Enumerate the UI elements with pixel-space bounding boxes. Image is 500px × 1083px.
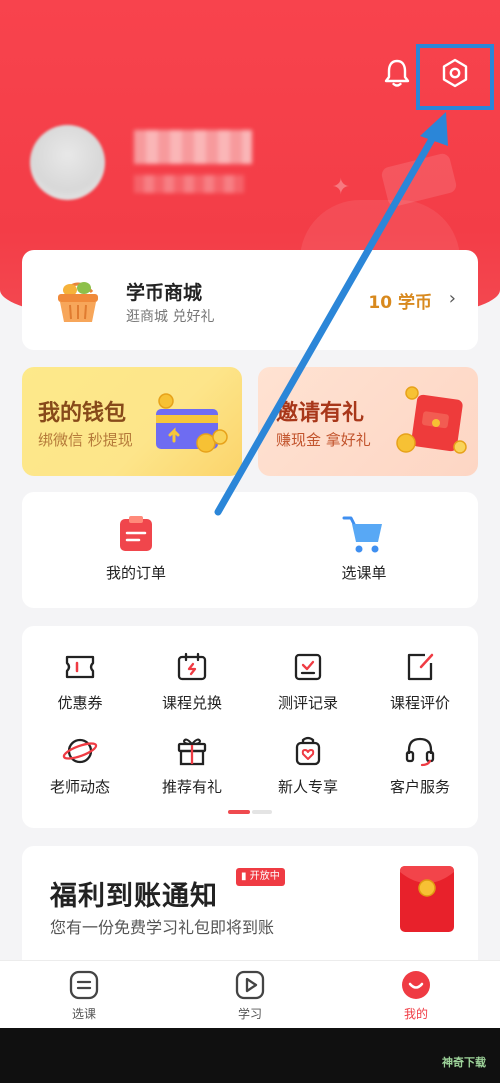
invite-title: 邀请有礼: [276, 401, 365, 426]
bottom-bar: 神奇下载: [0, 1028, 500, 1083]
grid-label: 老师动态: [49, 778, 110, 796]
exchange-calendar-icon: [177, 652, 207, 681]
grid-item-newcomer[interactable]: 新人专享: [258, 734, 358, 797]
tab-label: 学习: [237, 1007, 262, 1021]
bell-icon[interactable]: [380, 56, 414, 90]
grid-label: 课程兑换: [161, 694, 222, 712]
grid-label: 推荐有礼: [161, 778, 222, 796]
red-envelope-icon: [396, 386, 467, 454]
grid-label: 客户服务: [389, 778, 450, 796]
invite-card[interactable]: 邀请有礼 赚现金 拿好礼: [258, 367, 478, 476]
invite-subtitle: 赚现金 拿好礼: [276, 431, 371, 449]
grid-label: 课程评价: [389, 694, 450, 712]
red-packet-icon: [400, 866, 454, 932]
wallet-title: 我的钱包: [38, 401, 127, 426]
grid-item-course-review[interactable]: 课程评价: [370, 650, 470, 713]
planet-icon: [62, 738, 98, 764]
grid-item-referral[interactable]: 推荐有礼: [142, 734, 242, 797]
grid-item-assessment[interactable]: 测评记录: [258, 650, 358, 713]
course-cart-button[interactable]: 选课单: [284, 514, 444, 583]
tab-me[interactable]: 我的: [366, 969, 466, 1022]
coin-mall-card[interactable]: 学币商城 逛商城 兑好礼 10 学币 ›: [22, 250, 478, 350]
heart-bag-icon: [295, 736, 321, 766]
wallet-subtitle: 绑微信 秒提现: [38, 431, 133, 449]
my-orders-button[interactable]: 我的订单: [56, 514, 216, 583]
promo-status-badge: ▮ 开放中: [236, 868, 285, 886]
avatar[interactable]: [30, 125, 105, 200]
coin-balance: 10 学币: [368, 293, 432, 313]
tab-study[interactable]: 学习: [200, 969, 300, 1022]
my-orders-label: 我的订单: [105, 564, 166, 582]
user-subtitle-blurred: [134, 175, 244, 193]
cart-icon: [342, 516, 382, 553]
services-grid: 优惠券 课程兑换 测评记录 课程评价 老师动态 推荐有礼 新人专享 客户服务: [22, 626, 478, 828]
settings-highlight-box: [416, 44, 494, 110]
course-icon: [69, 970, 99, 1000]
edit-review-icon: [407, 653, 434, 681]
promo-title: 福利到账通知: [50, 881, 218, 912]
promo-subtitle: 您有一份免费学习礼包即将到账: [50, 918, 275, 937]
order-clipboard-icon: [120, 516, 152, 551]
tab-label: 选课: [71, 1007, 96, 1021]
tab-course[interactable]: 选课: [34, 969, 134, 1022]
bottom-tab-bar: 选课 学习 我的: [0, 960, 500, 1028]
grid-item-course-exchange[interactable]: 课程兑换: [142, 650, 242, 713]
tab-label: 我的: [403, 1007, 428, 1021]
header-tag-decoration: [380, 152, 458, 208]
sparkle-icon: ✦: [331, 175, 350, 200]
mall-subtitle: 逛商城 兑好礼: [126, 309, 215, 325]
orders-card: 我的订单 选课单: [22, 492, 478, 608]
settings-icon[interactable]: [440, 58, 470, 88]
me-icon: [402, 971, 430, 999]
wallet-illustration-icon: [156, 393, 228, 453]
coupon-icon: [65, 655, 95, 679]
shopping-basket-icon: [58, 282, 98, 322]
grid-label: 新人专享: [277, 778, 338, 796]
page-indicator: [228, 810, 272, 814]
mall-title: 学币商城: [126, 282, 203, 304]
grid-item-customer-service[interactable]: 客户服务: [370, 734, 470, 797]
grid-item-teacher-news[interactable]: 老师动态: [30, 734, 130, 797]
my-wallet-card[interactable]: 我的钱包 绑微信 秒提现: [22, 367, 242, 476]
assessment-icon: [294, 653, 322, 681]
watermark: 神奇下载: [442, 1056, 486, 1069]
welfare-notice-card[interactable]: 福利到账通知 ▮ 开放中 您有一份免费学习礼包即将到账: [22, 846, 478, 966]
promo-badge-label: 开放中: [249, 871, 280, 882]
username-blurred: [134, 130, 252, 164]
headset-icon: [405, 737, 435, 767]
play-icon: [235, 970, 265, 1000]
grid-label: 优惠券: [57, 694, 103, 712]
course-cart-label: 选课单: [341, 564, 387, 582]
top-actions: [300, 44, 500, 112]
grid-label: 测评记录: [277, 694, 338, 712]
grid-item-coupon[interactable]: 优惠券: [30, 650, 130, 713]
gift-icon: [177, 738, 207, 766]
chart-bars-icon: ▮: [241, 871, 247, 882]
chevron-right-icon: ›: [448, 288, 456, 309]
